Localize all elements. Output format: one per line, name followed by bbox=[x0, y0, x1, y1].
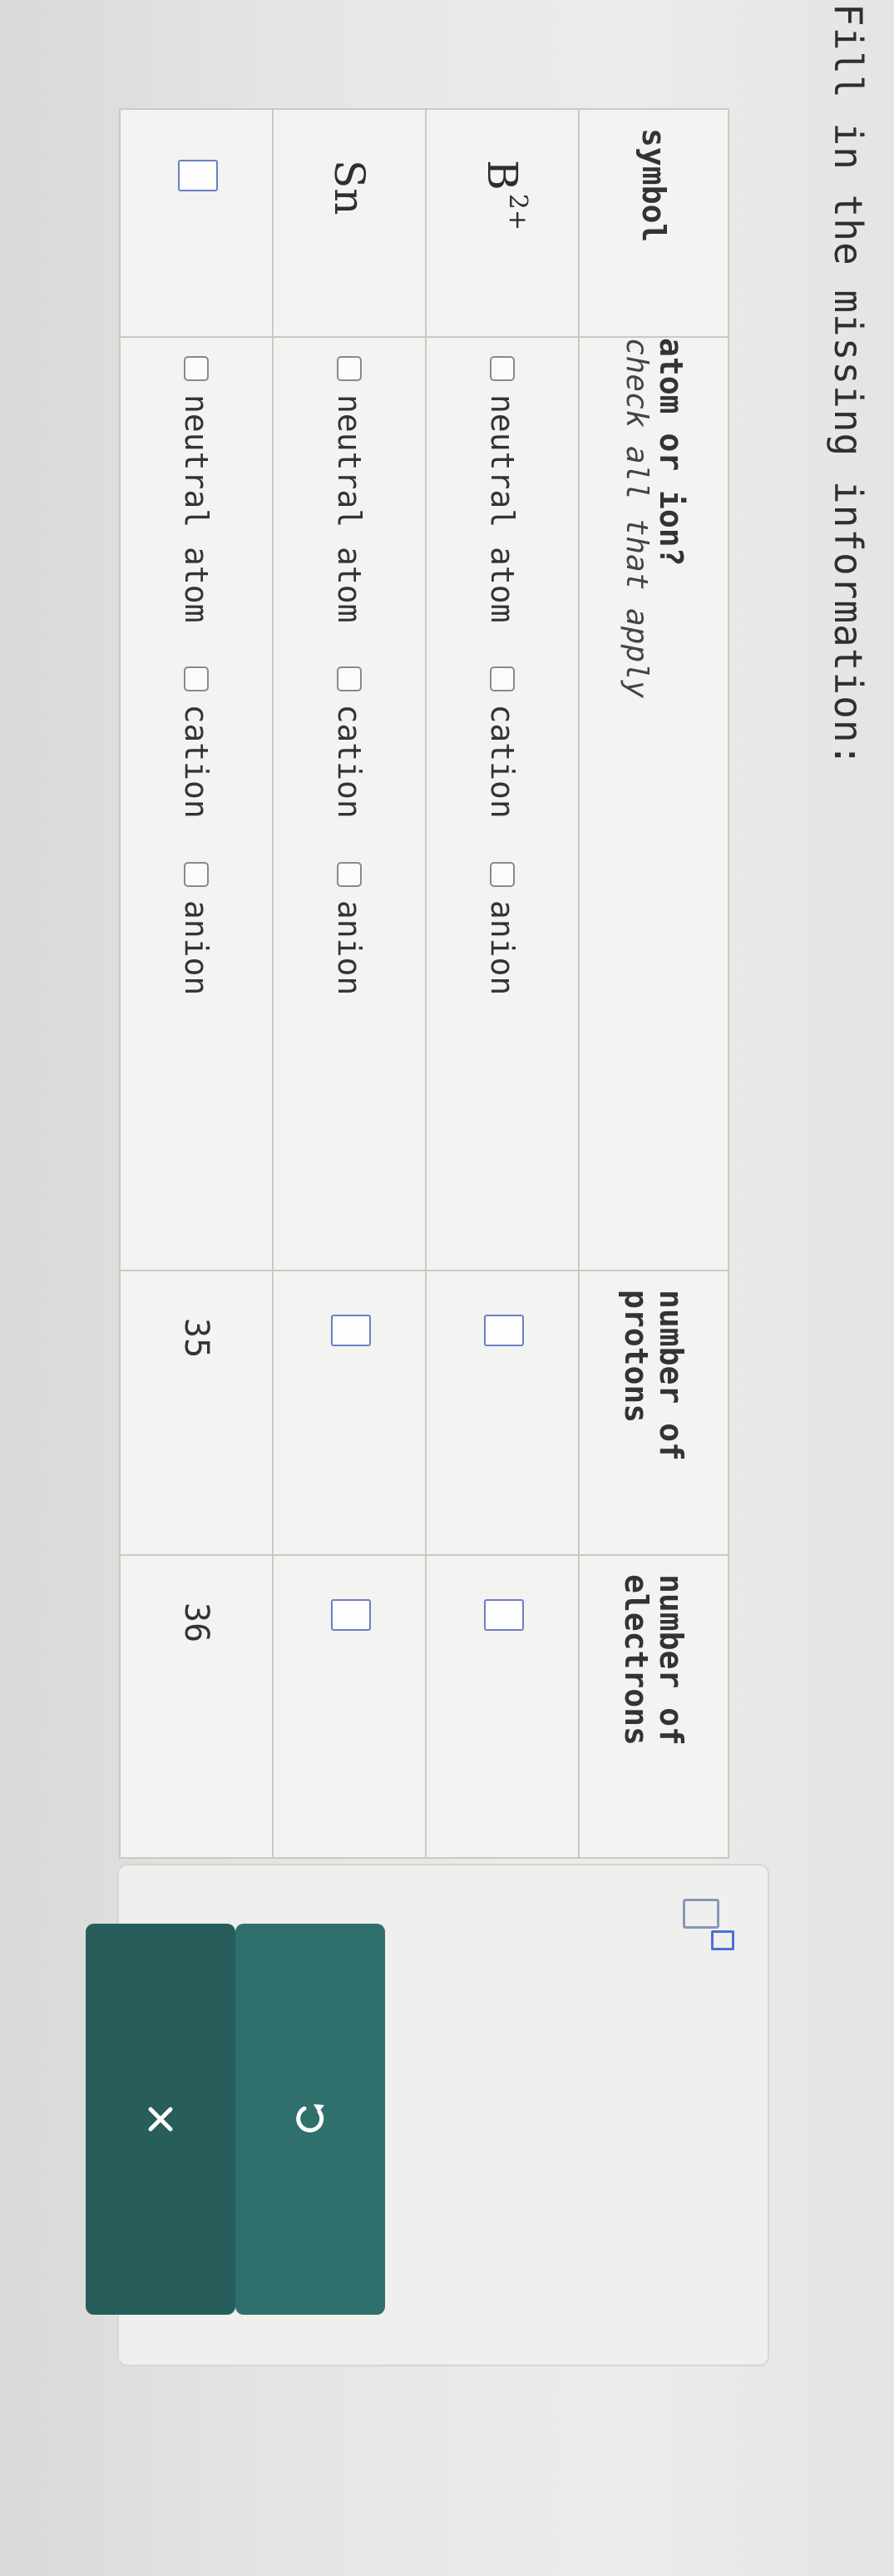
option-label: cation bbox=[178, 704, 215, 819]
option-cation[interactable]: cation bbox=[331, 666, 368, 819]
close-icon bbox=[148, 2107, 173, 2132]
protons-cell bbox=[426, 1271, 579, 1555]
table-row: neutral atom cation anion 35 36 bbox=[120, 109, 273, 1858]
element-symbol: B2+ bbox=[478, 128, 532, 230]
protons-cell bbox=[273, 1271, 426, 1555]
type-options: neutral atom cation anion bbox=[331, 356, 368, 1270]
protons-input[interactable] bbox=[331, 1315, 371, 1346]
option-cation[interactable]: cation bbox=[178, 666, 215, 819]
protons-value: 35 bbox=[177, 1318, 215, 1359]
symbol-cell: B2+ bbox=[426, 109, 579, 337]
symbol-text: B bbox=[478, 160, 526, 191]
option-label: cation bbox=[484, 704, 521, 819]
protons-input[interactable] bbox=[484, 1315, 524, 1346]
checkbox[interactable] bbox=[490, 356, 515, 381]
question-prompt: Fill in the missing information: bbox=[826, 3, 871, 768]
header-electrons-line1: number of bbox=[653, 1574, 689, 1746]
clear-button[interactable] bbox=[86, 1924, 235, 2315]
electrons-input[interactable] bbox=[484, 1599, 524, 1631]
header-protons: number of protons bbox=[579, 1271, 729, 1555]
charge-superscript: 2+ bbox=[502, 193, 532, 230]
checkbox[interactable] bbox=[337, 666, 362, 691]
option-label: neutral atom bbox=[331, 394, 368, 623]
table-row: B2+ neutral atom cation anion bbox=[426, 109, 579, 1858]
option-neutral-atom[interactable]: neutral atom bbox=[178, 356, 215, 623]
answer-table: symbol atom or ion? check all that apply… bbox=[119, 108, 729, 1859]
symbol-text: Sn bbox=[325, 160, 373, 215]
option-anion[interactable]: anion bbox=[484, 861, 521, 996]
header-symbol: symbol bbox=[579, 109, 729, 337]
symbol-cell: Sn bbox=[273, 109, 426, 337]
checkbox[interactable] bbox=[337, 356, 362, 381]
header-atom-or-ion-title: atom or ion? bbox=[653, 338, 689, 567]
element-symbol: Sn bbox=[325, 128, 373, 215]
header-atom-or-ion: atom or ion? check all that apply bbox=[579, 337, 729, 1271]
option-label: cation bbox=[331, 704, 368, 819]
superscript-icon[interactable] bbox=[683, 1899, 734, 1957]
type-cell: neutral atom cation anion bbox=[120, 337, 273, 1271]
checkbox[interactable] bbox=[184, 356, 209, 381]
option-anion[interactable]: anion bbox=[331, 861, 368, 996]
undo-icon bbox=[296, 2104, 324, 2133]
option-label: anion bbox=[331, 899, 368, 996]
undo-button[interactable] bbox=[235, 1924, 385, 2315]
electrons-cell: 36 bbox=[120, 1555, 273, 1858]
checkbox[interactable] bbox=[490, 666, 515, 691]
symbol-input[interactable] bbox=[178, 160, 218, 191]
electrons-value: 36 bbox=[177, 1603, 215, 1643]
type-options: neutral atom cation anion bbox=[178, 356, 215, 1270]
table-header-row: symbol atom or ion? check all that apply… bbox=[579, 109, 729, 1858]
header-protons-line1: number of bbox=[653, 1290, 689, 1461]
type-cell: neutral atom cation anion bbox=[273, 337, 426, 1271]
option-label: neutral atom bbox=[484, 394, 521, 623]
header-atom-or-ion-subtitle: check all that apply bbox=[620, 338, 654, 699]
option-label: neutral atom bbox=[178, 394, 215, 623]
screen: Fill in the missing information: symbol … bbox=[0, 0, 894, 2576]
rotated-page: Fill in the missing information: symbol … bbox=[0, 0, 894, 2576]
option-neutral-atom[interactable]: neutral atom bbox=[331, 356, 368, 623]
electrons-cell bbox=[426, 1555, 579, 1858]
header-electrons-line2: electrons bbox=[618, 1574, 654, 1746]
symbol-cell bbox=[120, 109, 273, 337]
type-cell: neutral atom cation anion bbox=[426, 337, 579, 1271]
option-label: anion bbox=[178, 899, 215, 996]
checkbox[interactable] bbox=[184, 861, 209, 887]
electrons-cell bbox=[273, 1555, 426, 1858]
option-cation[interactable]: cation bbox=[484, 666, 521, 819]
checkbox[interactable] bbox=[337, 861, 362, 887]
table-row: Sn neutral atom cation anion bbox=[273, 109, 426, 1858]
protons-cell: 35 bbox=[120, 1271, 273, 1555]
base-box bbox=[683, 1899, 719, 1929]
tool-panel bbox=[86, 1864, 769, 2366]
option-label: anion bbox=[484, 899, 521, 996]
checkbox[interactable] bbox=[490, 861, 515, 887]
header-protons-line2: protons bbox=[618, 1290, 654, 1424]
checkbox[interactable] bbox=[184, 666, 209, 691]
header-electrons: number of electrons bbox=[579, 1555, 729, 1858]
option-anion[interactable]: anion bbox=[178, 861, 215, 996]
exponent-box bbox=[711, 1930, 734, 1950]
electrons-input[interactable] bbox=[331, 1599, 371, 1631]
option-neutral-atom[interactable]: neutral atom bbox=[484, 356, 521, 623]
type-options: neutral atom cation anion bbox=[484, 356, 521, 1270]
